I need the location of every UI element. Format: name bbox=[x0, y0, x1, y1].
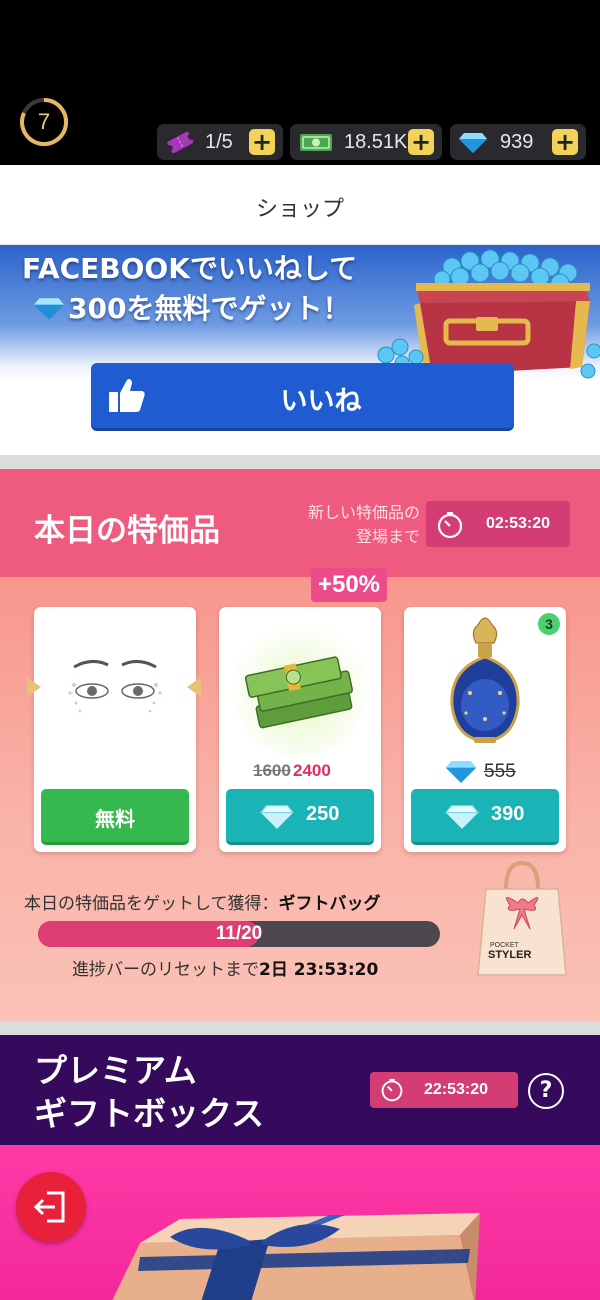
bag-brand-line2: STYLER bbox=[488, 949, 531, 961]
carousel-right-arrow-icon bbox=[187, 677, 201, 697]
claim-free-button[interactable]: 無料 bbox=[41, 789, 189, 845]
cash-value: 18.51K bbox=[344, 131, 408, 153]
add-gems-button[interactable]: + bbox=[552, 129, 578, 155]
premium-title-line1: プレミアム bbox=[34, 1051, 197, 1090]
facebook-banner: FACEBOOKでいいねして 300を無料でゲット！ いいね bbox=[0, 245, 600, 455]
level-number[interactable]: 7 bbox=[18, 96, 70, 148]
reset-time: 2日 23:53:20 bbox=[259, 960, 379, 980]
daily-deals-section: 本日の特価品 新しい特価品の 登場まで 02:53:20 無料 1600 240… bbox=[0, 469, 600, 1021]
add-cash-button[interactable]: + bbox=[408, 129, 434, 155]
premium-timer-value: 22:53:20 bbox=[424, 1081, 489, 1098]
buy-perfume-button[interactable]: 390 bbox=[411, 789, 559, 845]
deal-card-cash-bundle[interactable]: 1600 2400 250 bbox=[219, 607, 381, 852]
cash-stack-icon bbox=[232, 621, 368, 757]
next-deals-label-line2: 登場まで bbox=[355, 527, 420, 546]
deals-timer-value: 02:53:20 bbox=[486, 515, 551, 532]
diamond-icon bbox=[259, 805, 295, 829]
quantity-badge: 3 bbox=[538, 613, 560, 635]
premium-giftbox-title: プレミアム ギフトボックス bbox=[34, 1049, 264, 1135]
diamond-icon bbox=[444, 805, 480, 829]
facebook-promo-text: 300を無料でゲット！ bbox=[68, 292, 351, 325]
gems-value: 939 bbox=[500, 131, 534, 153]
like-button-label: いいね bbox=[280, 386, 362, 417]
perfume-price: 390 bbox=[491, 803, 525, 825]
progress-label: 本日の特価品をゲットして獲得：ギフトバッグ bbox=[24, 889, 381, 914]
title-bar: ショップ bbox=[0, 165, 600, 245]
deal-card-perfume[interactable]: 3 555 390 bbox=[404, 607, 566, 852]
reward-name: ギフトバッグ bbox=[278, 894, 381, 914]
tickets-value: 1/5 bbox=[205, 131, 233, 153]
section-divider bbox=[0, 1021, 600, 1035]
ticket-icon bbox=[166, 131, 194, 154]
claim-free-label: 無料 bbox=[95, 807, 135, 831]
bag-brand-line1: POCKET bbox=[490, 942, 520, 949]
daily-deals-title: 本日の特価品 bbox=[34, 513, 220, 549]
perfume-old-price: 555 bbox=[484, 761, 516, 782]
progress-bar-text: 11/20 bbox=[215, 923, 263, 944]
help-button[interactable]: ? bbox=[528, 1073, 564, 1109]
next-deals-label: 新しい特価品の 登場まで bbox=[280, 501, 420, 549]
cash-bundle-price: 250 bbox=[306, 803, 340, 825]
progress-label-text: 本日の特価品をゲットして獲得： bbox=[24, 894, 279, 914]
premium-giftbox-header: プレミアム ギフトボックス 22:53:20 ? bbox=[0, 1035, 600, 1145]
facebook-promo-line2: 300を無料でゲット！ bbox=[32, 287, 350, 327]
facebook-like-button[interactable]: いいね bbox=[91, 363, 514, 431]
progress-reset-label: 進捗バーのリセットまで2日 23:53:20 bbox=[72, 955, 378, 980]
cash-counter: 18.51K + bbox=[290, 124, 442, 160]
progress-bar: 11/20 bbox=[38, 921, 440, 947]
daily-deals-header: 本日の特価品 新しい特価品の 登場まで 02:53:20 bbox=[0, 469, 600, 577]
carousel-left-arrow-icon bbox=[27, 677, 41, 697]
premium-giftbox-body bbox=[0, 1145, 600, 1300]
add-tickets-button[interactable]: + bbox=[249, 129, 275, 155]
cash-icon bbox=[300, 134, 332, 151]
deals-timer: 02:53:20 bbox=[426, 501, 570, 547]
diamond-icon bbox=[445, 761, 477, 783]
next-deals-label-line1: 新しい特価品の bbox=[307, 503, 420, 522]
premium-title-line2: ギフトボックス bbox=[34, 1094, 265, 1133]
reset-label: 進捗バーのリセットまで bbox=[72, 960, 259, 980]
cash-old-amount: 1600 bbox=[253, 761, 291, 780]
status-bar: 7 1/5 + 18.51K + 939 + bbox=[0, 0, 600, 165]
stopwatch-icon bbox=[381, 1078, 403, 1102]
gems-counter: 939 + bbox=[450, 124, 586, 160]
gift-box-icon bbox=[112, 1213, 480, 1300]
facebook-promo-line1: FACEBOOKでいいねして bbox=[22, 252, 358, 285]
page-title: ショップ bbox=[255, 197, 344, 222]
premium-timer: 22:53:20 bbox=[370, 1072, 518, 1108]
stopwatch-icon bbox=[437, 512, 463, 539]
gift-bag-icon: POCKET STYLER bbox=[477, 860, 567, 976]
cash-new-amount: 2400 bbox=[293, 761, 331, 780]
bonus-badge: +50% bbox=[311, 568, 387, 602]
tickets-counter: 1/5 + bbox=[157, 124, 283, 160]
daily-deals-body: 無料 1600 2400 250 +50% 3 555 390 本日の特価品をゲ… bbox=[0, 568, 600, 1021]
exit-button[interactable] bbox=[16, 1172, 86, 1242]
exit-icon bbox=[33, 1191, 65, 1223]
diamond-icon bbox=[33, 298, 65, 320]
diamond-icon bbox=[459, 133, 487, 153]
buy-cash-bundle-button[interactable]: 250 bbox=[226, 789, 374, 845]
section-divider bbox=[0, 455, 600, 469]
deal-card-eye-makeup[interactable]: 無料 bbox=[34, 607, 196, 852]
eye-makeup-icon bbox=[68, 660, 162, 713]
